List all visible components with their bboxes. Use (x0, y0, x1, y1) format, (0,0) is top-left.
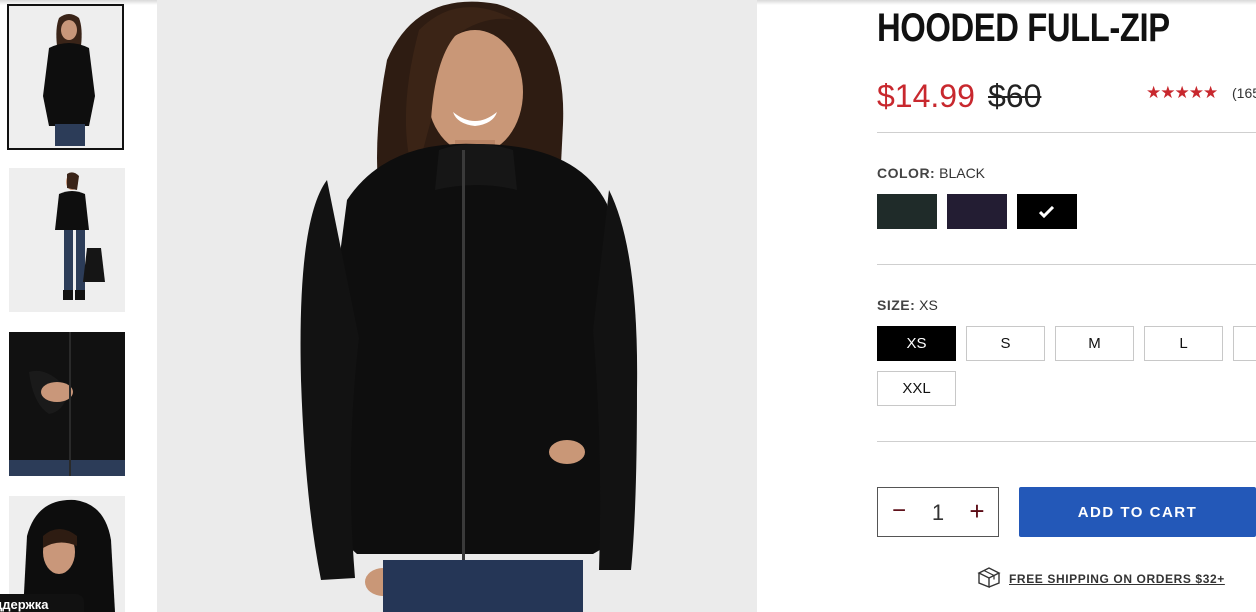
add-to-cart-button[interactable]: ADD TO CART (1019, 487, 1256, 537)
size-label: SIZE: XS (877, 297, 938, 313)
divider (877, 264, 1256, 265)
quantity-stepper: − 1 + (877, 487, 999, 537)
thumbnail-2-image (9, 168, 125, 312)
checkmark-icon (1018, 195, 1076, 228)
thumbnail-1-image (9, 6, 122, 148)
rating-stars-icon[interactable]: ★★★★★ (1146, 83, 1218, 103)
color-swatch-black[interactable] (1017, 194, 1077, 229)
quantity-value[interactable]: 1 (922, 500, 954, 526)
thumbnail-3[interactable] (9, 332, 125, 476)
main-product-image (157, 0, 757, 612)
support-chat-widget[interactable]: ддержка (0, 594, 84, 612)
quantity-increase-button[interactable]: + (966, 498, 988, 526)
divider (877, 132, 1256, 133)
size-label-key: SIZE: (877, 297, 916, 313)
thumbnail-2[interactable] (9, 168, 125, 312)
thumbnail-3-image (9, 332, 125, 476)
color-label-key: COLOR: (877, 165, 936, 181)
size-label-value: XS (919, 297, 938, 313)
support-chat-label: ддержка (0, 597, 49, 612)
model-jacket-illustration (157, 0, 757, 612)
size-option-xs[interactable]: XS (877, 326, 956, 361)
sale-price: $14.99 (877, 78, 975, 114)
review-count[interactable]: (165 (1232, 85, 1256, 101)
original-price: $60 (988, 78, 1042, 114)
size-option-xxl[interactable]: XXL (877, 371, 956, 406)
color-label-value: BLACK (939, 165, 986, 181)
quantity-decrease-button[interactable]: − (888, 498, 910, 526)
box-icon (977, 566, 1001, 593)
size-option-l[interactable]: L (1144, 326, 1223, 361)
thumbnail-1[interactable] (7, 4, 124, 150)
color-swatch-dark-green[interactable] (877, 194, 937, 229)
size-option-m[interactable]: M (1055, 326, 1134, 361)
product-title: HOODED FULL-ZIP (877, 6, 1170, 50)
size-option-xl-partial[interactable] (1233, 326, 1256, 361)
color-label: COLOR: BLACK (877, 165, 985, 181)
free-shipping-link[interactable]: FREE SHIPPING ON ORDERS $32+ (977, 566, 1225, 593)
free-shipping-text[interactable]: FREE SHIPPING ON ORDERS $32+ (1009, 572, 1225, 586)
divider (877, 441, 1256, 442)
size-option-s[interactable]: S (966, 326, 1045, 361)
color-swatch-dark-purple[interactable] (947, 194, 1007, 229)
